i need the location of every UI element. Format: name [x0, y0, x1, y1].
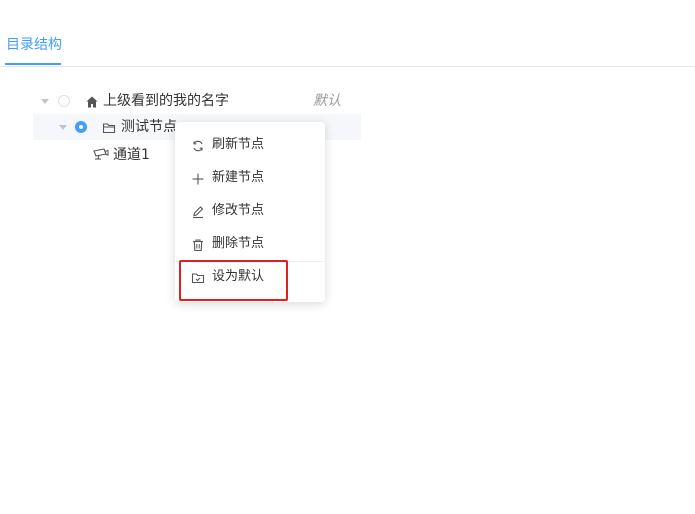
- tree-node-label: 上级看到的我的名字: [103, 93, 229, 109]
- home-icon: [85, 94, 99, 108]
- menu-item-label: 新建节点: [212, 170, 265, 185]
- folder-check-icon: [191, 270, 205, 284]
- menu-item-set-default[interactable]: 设为默认: [175, 261, 325, 294]
- menu-item-label: 删除节点: [212, 236, 265, 251]
- node-radio-checked[interactable]: [75, 121, 87, 133]
- directory-tree: 上级看到的我的名字 默认 测试节点 通道1: [0, 0, 695, 514]
- menu-item-label: 刷新节点: [212, 137, 265, 152]
- context-menu: 刷新节点 新建节点 修改节点 删除节点 设为默认: [175, 122, 325, 302]
- menu-item-delete[interactable]: 删除节点: [175, 228, 325, 261]
- folder-icon: [102, 120, 116, 134]
- edit-icon: [191, 204, 205, 219]
- menu-item-new[interactable]: 新建节点: [175, 162, 325, 195]
- menu-item-refresh[interactable]: 刷新节点: [175, 129, 325, 162]
- tree-node-root[interactable]: 上级看到的我的名字 默认: [33, 88, 361, 114]
- expand-caret-icon[interactable]: [59, 125, 67, 130]
- expand-caret-icon[interactable]: [41, 99, 49, 104]
- menu-item-label: 修改节点: [212, 203, 265, 218]
- tree-node-label: 测试节点: [121, 119, 177, 135]
- default-badge: 默认: [313, 93, 341, 109]
- tree-node-label: 通道1: [113, 147, 150, 163]
- menu-item-label: 设为默认: [212, 269, 265, 284]
- refresh-icon: [191, 138, 205, 152]
- delete-icon: [191, 237, 205, 252]
- plus-icon: [191, 171, 205, 185]
- node-radio[interactable]: [58, 95, 70, 107]
- menu-item-edit[interactable]: 修改节点: [175, 195, 325, 228]
- camera-icon: [93, 146, 109, 160]
